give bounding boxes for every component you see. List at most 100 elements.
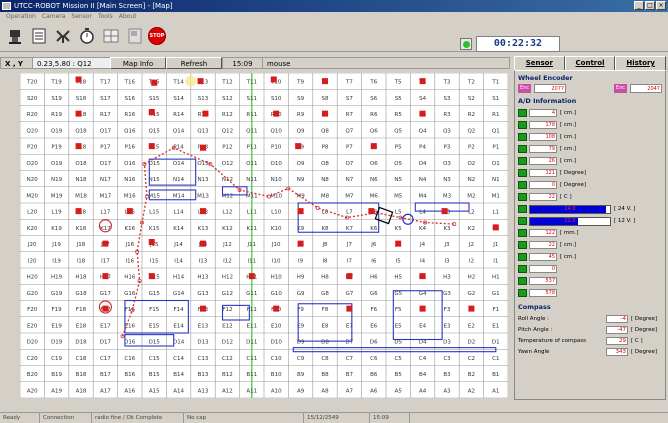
cell-label: D18 <box>75 340 87 346</box>
ad-indicator <box>518 241 527 249</box>
cell-label: K12 <box>222 226 233 232</box>
tab-history[interactable]: History <box>615 56 667 70</box>
cell-label: F14 <box>174 307 185 313</box>
cell-label: S1 <box>492 96 499 102</box>
cell-label: G10 <box>271 291 283 297</box>
cell-label: I6 <box>371 258 377 264</box>
status-radio: radio fine / Ok Complete <box>92 413 184 423</box>
cell-label: K4 <box>419 226 427 232</box>
ad-indicator <box>518 145 527 153</box>
cell-label: C18 <box>76 356 87 362</box>
cell-label: Q15 <box>149 128 161 134</box>
cell-label: B3 <box>443 372 451 378</box>
cell-label: D1 <box>492 340 500 346</box>
menu-operation[interactable]: Operation <box>6 12 36 21</box>
cell-label: L19 <box>52 210 63 216</box>
cell-label: N19 <box>51 177 63 183</box>
cell-label: O15 <box>149 161 161 167</box>
ad-row: 45[ cm.] <box>518 251 662 263</box>
cell-label: T6 <box>369 80 377 86</box>
cell-label: N20 <box>27 177 39 183</box>
menu-tools[interactable]: Tools <box>98 12 113 21</box>
cell-label: A15 <box>149 388 160 394</box>
ad-unit: [ cm.] <box>560 134 577 140</box>
cell-label: D17 <box>100 340 112 346</box>
cell-label: Q16 <box>124 128 136 134</box>
cell-label: S6 <box>370 96 377 102</box>
status-led <box>460 38 472 50</box>
compass-unit: [ Degree] <box>631 326 658 333</box>
tools-button[interactable] <box>52 25 74 47</box>
cell-label: E11 <box>247 323 257 329</box>
cell-label: J11 <box>246 242 256 248</box>
cell-label: D15 <box>149 340 161 346</box>
timer-button[interactable] <box>76 25 98 47</box>
sensor-tab-body: Wheel Encoder Enc 2077 Enc 2047 A/D Info… <box>514 70 666 400</box>
cell-label: C2 <box>468 356 475 362</box>
cell-label: J19 <box>51 242 61 248</box>
ad-unit: [ cm.] <box>560 146 577 152</box>
obstacle-marker <box>248 273 255 280</box>
map-info-button[interactable]: Map Info <box>110 56 166 69</box>
cell-label: E3 <box>444 323 451 329</box>
compass-unit: [ C ] <box>631 337 643 344</box>
cell-label: F1 <box>492 307 499 313</box>
cell-label: N10 <box>271 177 283 183</box>
tab-control[interactable]: Control <box>564 56 616 70</box>
refresh-button[interactable]: Refresh <box>166 56 222 69</box>
obstacle-marker <box>102 273 109 280</box>
cell-label: D13 <box>197 340 209 346</box>
cell-label: G4 <box>419 291 427 297</box>
menu-camera[interactable]: Camera <box>42 12 66 21</box>
document-button[interactable] <box>28 25 50 47</box>
minimize-button[interactable]: _ <box>634 1 644 10</box>
cell-label: B15 <box>149 372 160 378</box>
maximize-button[interactable]: □ <box>645 1 655 10</box>
cell-label: G3 <box>443 291 451 297</box>
cell-label: E6 <box>370 323 377 329</box>
tab-sensor[interactable]: Sensor <box>514 56 565 70</box>
compass-row: Pitch Angle : -47[ Degree] <box>518 324 662 335</box>
grid-button[interactable] <box>100 25 122 47</box>
map-area[interactable]: T20T19T18T17T16T15T14T13T12T11T10T9T8T7T… <box>20 73 508 398</box>
cell-label: T7 <box>345 80 353 86</box>
cell-label: G9 <box>297 291 305 297</box>
cell-label: O6 <box>370 161 378 167</box>
cell-label: A5 <box>395 388 403 394</box>
cell-label: P11 <box>247 145 257 151</box>
cell-label: J2 <box>468 242 474 248</box>
cell-label: N1 <box>492 177 500 183</box>
obstacle-marker <box>126 208 133 215</box>
menu-bar: Operation Camera Sensor Tools About <box>0 12 668 21</box>
ad-value: 578 <box>529 289 557 297</box>
ad-unit: [ cm.] <box>560 110 577 116</box>
cell-label: N2 <box>468 177 476 183</box>
cell-label: M13 <box>197 193 209 199</box>
cell-label: G18 <box>75 291 87 297</box>
cell-label: B1 <box>492 372 499 378</box>
menu-about[interactable]: About <box>119 12 137 21</box>
cell-label: T5 <box>394 80 402 86</box>
cell-label: C11 <box>246 356 257 362</box>
cell-label: I4 <box>420 258 426 264</box>
close-button[interactable]: × <box>656 1 666 10</box>
robot-button[interactable] <box>4 25 26 47</box>
cell-label: M5 <box>394 193 403 199</box>
ad-value: 0 <box>529 265 557 273</box>
cell-label: Q9 <box>297 128 305 134</box>
compass-label: Yawn Angle <box>518 348 550 355</box>
cell-label: H2 <box>468 275 476 281</box>
stop-button[interactable]: STOP <box>146 25 168 47</box>
compass-label: Temperature of compass <box>518 337 586 344</box>
cell-label: P1 <box>492 145 499 151</box>
menu-sensor[interactable]: Sensor <box>71 12 92 21</box>
cell-label: M4 <box>418 193 427 199</box>
cell-label: T16 <box>124 80 136 86</box>
cell-label: H9 <box>297 275 305 281</box>
cell-label: M2 <box>467 193 475 199</box>
cell-label: C15 <box>149 356 160 362</box>
cell-label: O17 <box>100 161 112 167</box>
cell-label: E19 <box>51 323 62 329</box>
flag-button[interactable] <box>124 25 146 47</box>
map-grid[interactable]: T20T19T18T17T16T15T14T13T12T11T10T9T8T7T… <box>20 73 508 398</box>
